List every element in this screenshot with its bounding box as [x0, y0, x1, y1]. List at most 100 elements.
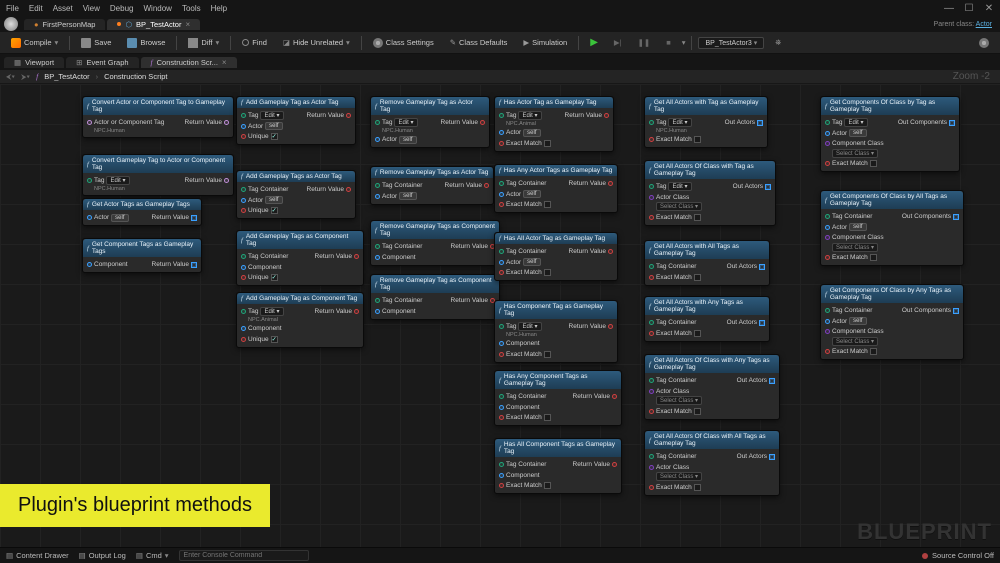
pin-row[interactable]: Actor self: [375, 192, 489, 201]
menu-edit[interactable]: Edit: [29, 4, 43, 13]
blueprint-node[interactable]: fGet Components Of Class by Tag as Gamep…: [820, 96, 960, 172]
pin-row[interactable]: Actor Class: [649, 387, 775, 396]
pin-row[interactable]: Tag Edit ▾Return Value: [499, 111, 609, 120]
menu-window[interactable]: Window: [143, 4, 171, 13]
pin-row[interactable]: Exact Match: [825, 253, 959, 262]
tab-construction-script[interactable]: fConstruction Scr...×: [141, 57, 237, 68]
crumb-asset[interactable]: BP_TestActor: [44, 72, 89, 81]
simulation-button[interactable]: ▶Simulation: [518, 36, 572, 49]
pin-row[interactable]: Exact Match: [649, 213, 771, 222]
pin-row[interactable]: Tag ContainerOut Actors: [649, 318, 765, 327]
pin-row[interactable]: Component Class: [825, 327, 959, 336]
nav-back-icon[interactable]: ⮜▾: [6, 72, 15, 82]
minimize-icon[interactable]: —: [942, 3, 956, 14]
blueprint-node[interactable]: fAdd Gameplay Tag as Actor TagTag Edit ▾…: [236, 96, 356, 145]
menu-asset[interactable]: Asset: [53, 4, 73, 13]
blueprint-node[interactable]: fGet All Actors with Any Tags as Gamepla…: [644, 296, 770, 342]
console-command-input[interactable]: [179, 550, 309, 561]
pin-row[interactable]: Tag ContainerOut Components: [825, 306, 959, 315]
blueprint-node[interactable]: fGet All Actors Of Class with Any Tags a…: [644, 354, 780, 420]
pin-row[interactable]: Actor self: [499, 258, 613, 267]
skip-button[interactable]: ▶|: [609, 36, 627, 49]
pin-row[interactable]: Unique: [241, 273, 359, 282]
tab-close-icon[interactable]: ×: [222, 58, 227, 67]
pin-row[interactable]: Component: [375, 307, 495, 316]
pin-row[interactable]: Component: [375, 253, 495, 262]
pin-row[interactable]: Actor self: [375, 135, 485, 144]
pin-row[interactable]: Actor or Component TagReturn Value: [87, 118, 229, 127]
pin-row[interactable]: Tag ContainerOut Actors: [649, 376, 775, 385]
blueprint-node[interactable]: fGet All Actors Of Class with Tag as Gam…: [644, 160, 776, 226]
blueprint-node[interactable]: fHas Any Actor Tags as Gameplay TagTag C…: [494, 164, 618, 213]
blueprint-node[interactable]: fConvert Gameplay Tag to Actor or Compon…: [82, 154, 234, 196]
pin-row[interactable]: Actor self: [241, 196, 351, 205]
debug-object-select[interactable]: BP_TestActor3 ▾: [698, 37, 764, 49]
pin-row[interactable]: Component: [499, 339, 613, 348]
pin-row[interactable]: Component: [241, 324, 359, 333]
save-button[interactable]: Save: [76, 36, 116, 50]
pin-row[interactable]: Tag ContainerReturn Value: [241, 185, 351, 194]
crumb-section[interactable]: Construction Script: [104, 72, 167, 81]
unreal-logo-icon[interactable]: [4, 17, 18, 31]
diff-button[interactable]: Diff▾: [183, 36, 224, 50]
close-icon[interactable]: ✕: [982, 3, 996, 14]
class-settings-button[interactable]: Class Settings: [368, 36, 439, 50]
settings-button[interactable]: [974, 36, 994, 50]
pin-row[interactable]: Actor self: [825, 317, 959, 326]
pin-row[interactable]: Tag Edit ▾Return Value: [499, 322, 613, 331]
tab-event-graph[interactable]: ⊞Event Graph: [66, 57, 138, 68]
pin-row[interactable]: Unique: [241, 206, 351, 215]
tab-viewport[interactable]: ▦Viewport: [4, 57, 64, 68]
blueprint-node[interactable]: fGet Actor Tags as Gameplay TagsActor se…: [82, 198, 202, 226]
blueprint-node[interactable]: fHas All Actor Tag as Gameplay TagTag Co…: [494, 232, 618, 281]
pin-row[interactable]: Component Class: [825, 233, 959, 242]
blueprint-node[interactable]: fGet All Actors with All Tags as Gamepla…: [644, 240, 770, 286]
blueprint-node[interactable]: fRemove Gameplay Tag as Component TagTag…: [370, 274, 500, 320]
pin-row[interactable]: Tag Edit ▾Return Value: [241, 307, 359, 316]
pause-button[interactable]: ❚❚: [633, 36, 656, 49]
pin-row[interactable]: Actor self: [825, 223, 959, 232]
hide-unrelated-button[interactable]: ◪Hide Unrelated▾: [278, 36, 355, 49]
pin-row[interactable]: Tag ContainerReturn Value: [375, 181, 489, 190]
tab-close-icon[interactable]: ×: [185, 20, 190, 29]
blueprint-graph[interactable]: BLUEPRINT fConvert Actor or Component Ta…: [0, 84, 1000, 547]
pin-row[interactable]: Tag ContainerOut Actors: [649, 452, 775, 461]
pin-row[interactable]: Exact Match: [649, 135, 763, 144]
pin-row[interactable]: Tag ContainerReturn Value: [375, 242, 495, 251]
pin-row[interactable]: Unique: [241, 335, 359, 344]
blueprint-node[interactable]: fHas Any Component Tags as Gameplay TagT…: [494, 370, 622, 426]
blueprint-node[interactable]: fGet All Actors with Tag as Gameplay Tag…: [644, 96, 768, 148]
menu-file[interactable]: File: [6, 4, 19, 13]
blueprint-node[interactable]: fAdd Gameplay Tags as Component TagTag C…: [236, 230, 364, 286]
pin-row[interactable]: Actor Class: [649, 193, 771, 202]
pin-row[interactable]: Actor self: [499, 128, 609, 137]
menu-tools[interactable]: Tools: [182, 4, 201, 13]
blueprint-node[interactable]: fConvert Actor or Component Tag to Gamep…: [82, 96, 234, 138]
pin-row[interactable]: Exact Match: [649, 273, 765, 282]
source-control-button[interactable]: Source Control Off: [922, 551, 994, 560]
pin-row[interactable]: Tag ContainerReturn Value: [499, 179, 613, 188]
blueprint-node[interactable]: fRemove Gameplay Tag as Actor TagTag Edi…: [370, 96, 490, 148]
asset-tab-firstpersonmap[interactable]: ●FirstPersonMap: [24, 19, 105, 30]
cmd-label[interactable]: ▤Cmd▾: [136, 551, 169, 560]
blueprint-node[interactable]: fGet Components Of Class by All Tags as …: [820, 190, 964, 266]
blueprint-node[interactable]: fGet Components Of Class by Any Tags as …: [820, 284, 964, 360]
output-log-button[interactable]: ▤Output Log: [79, 551, 126, 560]
browse-button[interactable]: Browse: [122, 36, 170, 50]
play-button[interactable]: ▶: [585, 35, 603, 50]
pin-row[interactable]: Exact Match: [499, 139, 609, 148]
pin-row[interactable]: Tag ContainerReturn Value: [499, 247, 613, 256]
pin-row[interactable]: Component Class: [825, 139, 955, 148]
pin-row[interactable]: Actor Class: [649, 463, 775, 472]
blueprint-node[interactable]: fHas Actor Tag as Gameplay TagTag Edit ▾…: [494, 96, 614, 152]
blueprint-node[interactable]: fAdd Gameplay Tags as Actor TagTag Conta…: [236, 170, 356, 219]
pin-row[interactable]: ComponentReturn Value: [87, 260, 197, 269]
pin-row[interactable]: Exact Match: [649, 407, 775, 416]
pin-row[interactable]: Tag ContainerOut Components: [825, 212, 959, 221]
menu-view[interactable]: View: [83, 4, 100, 13]
pin-row[interactable]: Actor self: [499, 190, 613, 199]
blueprint-node[interactable]: fHas All Component Tags as Gameplay TagT…: [494, 438, 622, 494]
pin-row[interactable]: Tag ContainerReturn Value: [241, 252, 359, 261]
blueprint-node[interactable]: fGet Component Tags as Gameplay TagsComp…: [82, 238, 202, 273]
pin-row[interactable]: Tag ContainerReturn Value: [375, 296, 495, 305]
